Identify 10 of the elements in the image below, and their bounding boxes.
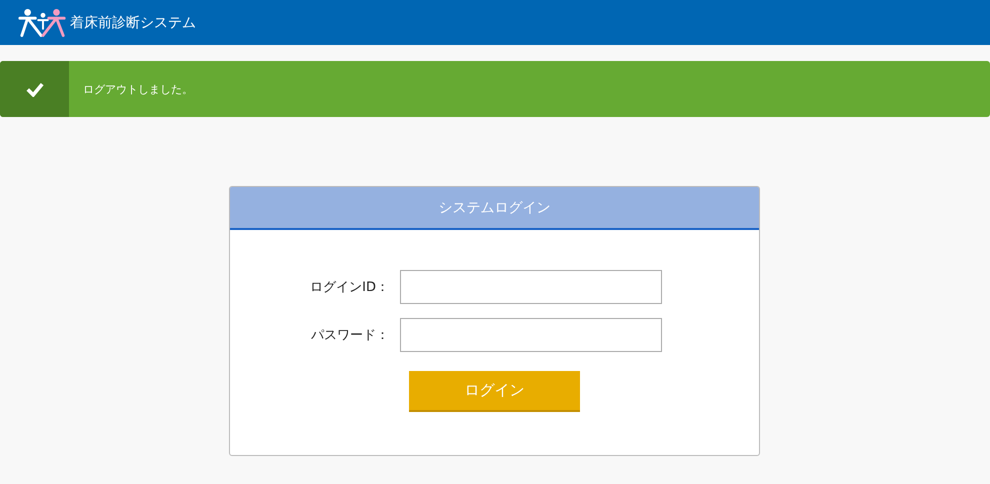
alert-message: ログアウトしました。 bbox=[83, 82, 193, 96]
checkmark-icon bbox=[26, 82, 44, 96]
people-logo-icon bbox=[18, 6, 68, 38]
field-label: パスワード： bbox=[310, 327, 390, 344]
login-button[interactable]: ログイン bbox=[409, 371, 580, 412]
panel-title: システムログイン bbox=[438, 198, 550, 216]
input-field[interactable] bbox=[400, 318, 662, 352]
field-label: ログインID： bbox=[309, 279, 390, 296]
app-title: 着床前診断システム bbox=[70, 14, 196, 32]
input-field[interactable] bbox=[400, 270, 662, 304]
